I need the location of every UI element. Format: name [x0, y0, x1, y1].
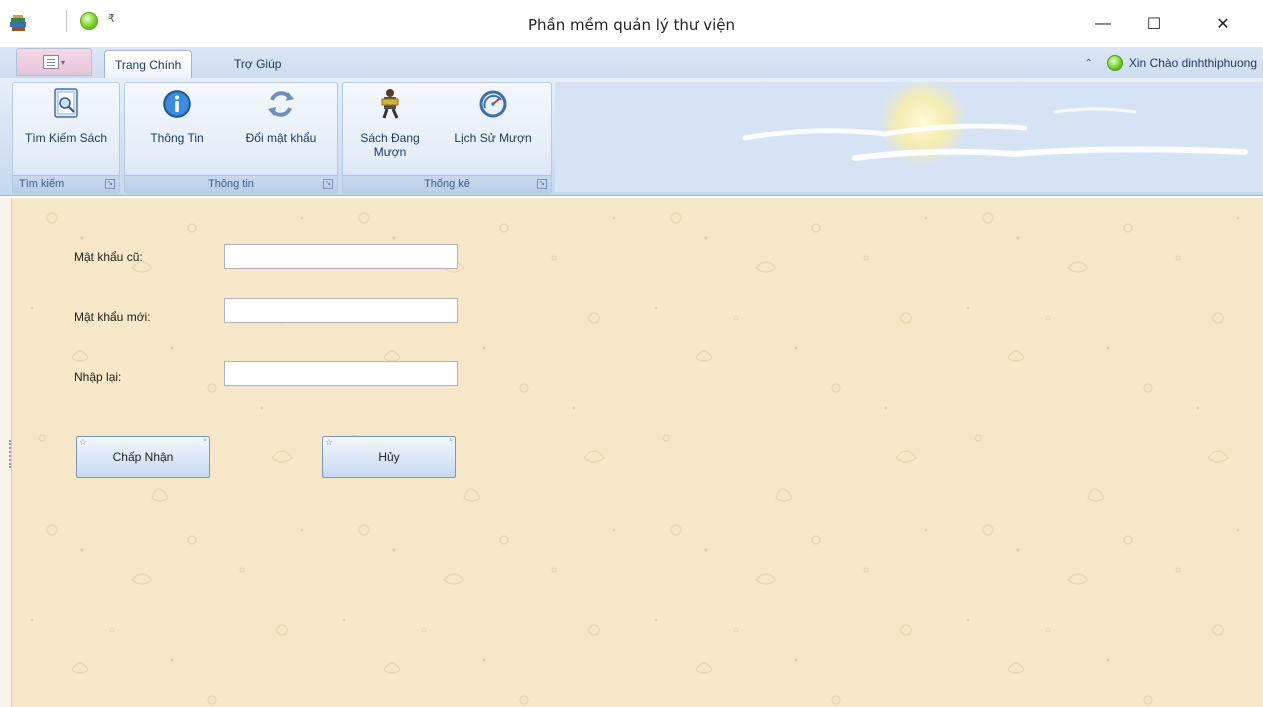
window-title: Phần mềm quản lý thư viện [528, 16, 735, 34]
old-password-input[interactable] [224, 244, 458, 269]
lich-su-muon-button[interactable]: Lịch Sử Mượn [443, 87, 543, 145]
title-bar: ₹ Phần mềm quản lý thư viện — ☐ ✕ [0, 0, 1263, 48]
new-password-input[interactable] [224, 298, 458, 323]
accept-button[interactable]: ☆ ° Chấp Nhận [76, 436, 210, 478]
sparkle-icon: ☆ [79, 437, 88, 447]
tim-kiem-sach-button[interactable]: Tìm Kiếm Sách [19, 87, 113, 145]
lich-su-muon-label: Lịch Sử Mượn [454, 131, 532, 145]
chevron-down-icon: ▾ [60, 57, 65, 67]
book-search-icon [49, 87, 83, 121]
group-title-thong-tin: Thông tin [208, 178, 254, 190]
collapse-ribbon-icon[interactable]: ⌃ [1085, 58, 1093, 69]
reader-icon [373, 87, 407, 121]
sparkle-icon: ° [203, 437, 207, 447]
old-password-label: Mật khẩu cũ: [74, 250, 143, 264]
history-icon [476, 87, 510, 121]
dialog-launcher-icon[interactable]: ↘ [323, 179, 333, 189]
sparkle-icon: ° [449, 437, 453, 447]
group-footer: Tìm kiếm ↘ [13, 175, 119, 193]
thong-tin-label: Thông Tin [150, 131, 204, 145]
ribbon-sky-decoration [555, 82, 1263, 192]
sach-dang-muon-button[interactable]: Sách Đang Mượn [347, 87, 433, 159]
group-footer: Thông tin ↘ [125, 175, 337, 193]
greeting-text: Xin Chào dinhthiphuong [1128, 56, 1257, 70]
splitter-grip-icon[interactable] [9, 440, 11, 468]
accept-button-label: Chấp Nhận [112, 450, 174, 464]
minimize-button[interactable]: — [1080, 0, 1126, 48]
cancel-button-label: Hủy [378, 450, 400, 464]
dialog-launcher-icon[interactable]: ↘ [537, 179, 547, 189]
confirm-password-input[interactable] [224, 361, 458, 386]
sparkle-icon: ☆ [325, 437, 334, 447]
status-orb-icon [1106, 55, 1123, 71]
doi-mat-khau-button[interactable]: Đổi mật khẩu [229, 87, 333, 145]
ribbon-group-tim-kiem: Tìm Kiếm Sách Tìm kiếm ↘ [12, 82, 120, 194]
ribbon-group-thong-ke: Sách Đang Mượn Lịch Sử Mượn Thống kê ↘ [342, 82, 552, 194]
group-footer: Thống kê ↘ [343, 175, 551, 193]
menu-list-icon [42, 55, 59, 69]
refresh-icon [264, 87, 298, 121]
maximize-button[interactable]: ☐ [1131, 0, 1177, 48]
ribbon-panel: Tìm Kiếm Sách Tìm kiếm ↘ Thông Tin Đổi m… [0, 78, 1263, 196]
close-button[interactable]: ✕ [1200, 0, 1246, 48]
user-greeting: ⌃ Xin Chào dinhthiphuong [1085, 55, 1257, 71]
group-title-thong-ke: Thống kê [424, 178, 470, 190]
thong-tin-button[interactable]: Thông Tin [131, 87, 223, 145]
confirm-password-label: Nhập lại: [74, 370, 122, 384]
new-password-label: Mật khẩu mới: [74, 310, 151, 324]
doi-mat-khau-label: Đổi mật khẩu [245, 131, 317, 145]
sach-dang-muon-label: Sách Đang Mượn [360, 131, 420, 159]
tab-tro-giup[interactable]: Trợ Giúp [224, 50, 291, 78]
change-password-panel: Mật khẩu cũ: Mật khẩu mới: Nhập lại: ☆ °… [12, 198, 1263, 707]
cancel-button[interactable]: ☆ ° Hủy [322, 436, 456, 478]
application-menu-button[interactable]: ▾ [16, 48, 92, 76]
info-icon [160, 87, 194, 121]
ribbon-group-thong-tin: Thông Tin Đổi mật khẩu Thông tin ↘ [124, 82, 338, 194]
group-title-tim-kiem: Tìm kiếm [19, 178, 65, 190]
tab-trang-chinh[interactable]: Trang Chính [104, 50, 193, 78]
ribbon-tabs-row: ▾ Trang Chính Trợ Giúp ⌃ Xin Chào dinhth… [0, 48, 1263, 78]
tim-kiem-sach-label: Tìm Kiếm Sách [24, 131, 108, 145]
dialog-launcher-icon[interactable]: ↘ [105, 179, 115, 189]
